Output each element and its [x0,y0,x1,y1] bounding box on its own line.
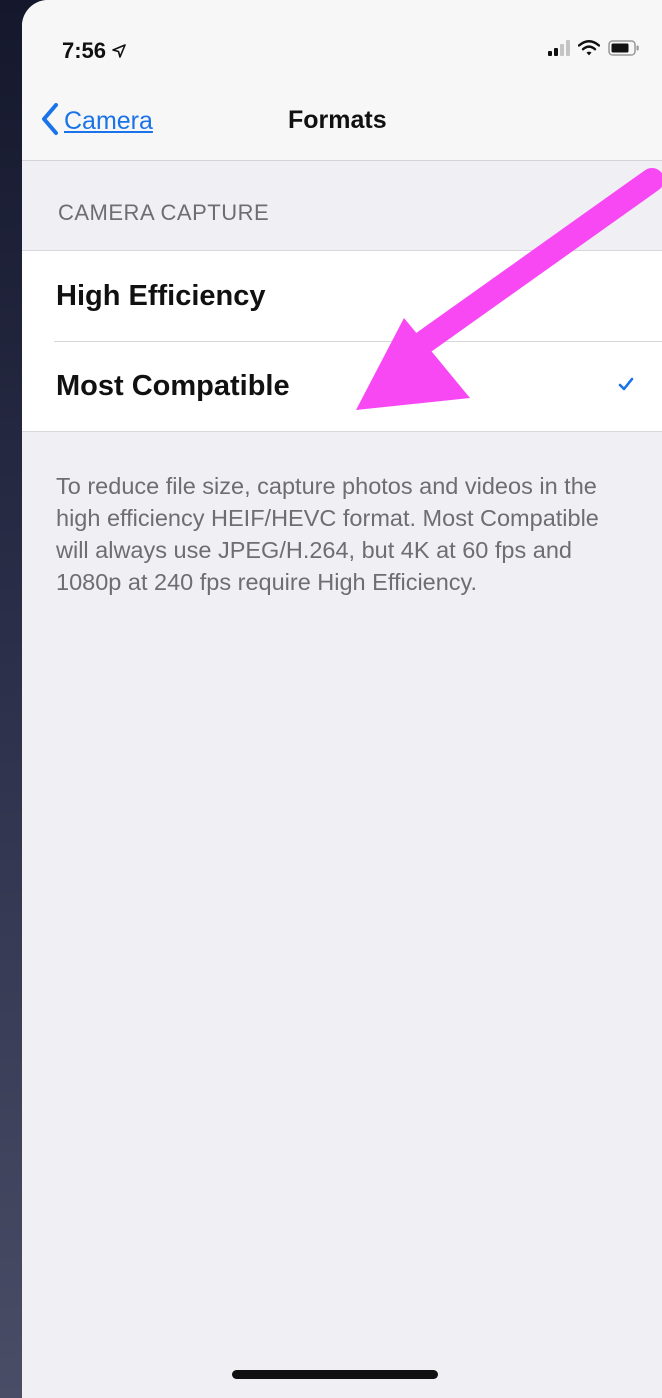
checkmark-icon [618,377,634,396]
page-title: Formats [288,106,387,134]
option-most-compatible[interactable]: Most Compatible [22,341,662,431]
camera-capture-options: High Efficiency Most Compatible [22,250,662,432]
section-header: CAMERA CAPTURE [58,200,270,225]
status-time-group: 7:56 [62,38,126,64]
cellular-signal-icon [548,40,570,61]
option-label: Most Compatible [56,369,290,402]
home-indicator[interactable] [232,1370,438,1379]
status-time: 7:56 [62,38,107,63]
option-high-efficiency[interactable]: High Efficiency [22,251,662,341]
chevron-left-icon [40,102,60,141]
section-footer-description: To reduce file size, capture photos and … [56,473,599,595]
phone-screen: 7:56 Camera Formats CAMERA CAPTURE High … [22,0,662,1398]
navigation-bar: Camera Formats [22,78,662,161]
status-bar: 7:56 [22,0,662,78]
location-arrow-icon [112,44,126,58]
status-icons [548,40,640,61]
back-button-label: Camera [64,107,153,135]
option-label: High Efficiency [56,279,266,312]
wifi-icon [577,40,601,61]
battery-icon [608,40,640,61]
back-button[interactable]: Camera [40,102,153,141]
